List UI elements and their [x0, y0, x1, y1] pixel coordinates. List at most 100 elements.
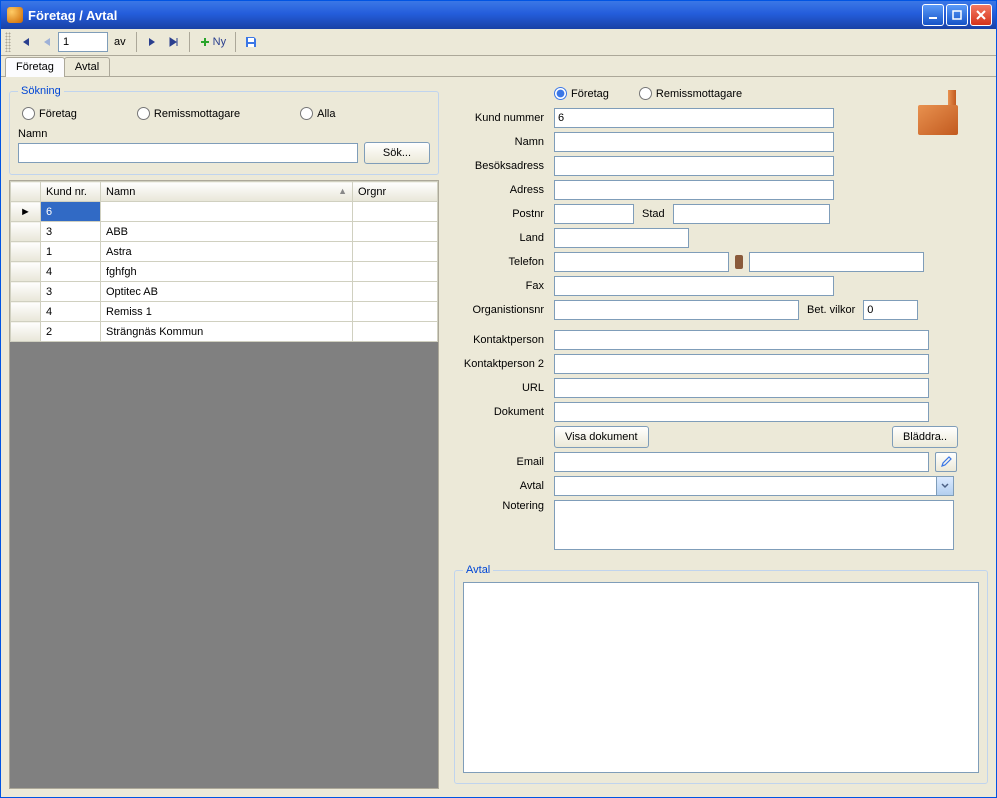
chevron-down-icon[interactable]: [936, 476, 954, 496]
cell-kundnr[interactable]: 6: [41, 202, 101, 222]
radio-form-recipient[interactable]: [639, 87, 652, 100]
cell-namn[interactable]: Strängnäs Kommun: [101, 322, 353, 342]
cell-namn[interactable]: Optitec AB: [101, 282, 353, 302]
input-land[interactable]: [554, 228, 689, 248]
input-postnr[interactable]: [554, 204, 634, 224]
input-dokument[interactable]: [554, 402, 929, 422]
form-opt-company[interactable]: Företag: [554, 87, 609, 100]
label-kundnummer: Kund nummer: [454, 112, 554, 124]
table-row[interactable]: ► 6: [11, 202, 438, 222]
table-row[interactable]: 4 Remiss 1: [11, 302, 438, 322]
input-email[interactable]: [554, 452, 929, 472]
window: Företag / Avtal av: [0, 0, 997, 798]
search-opt-recipient[interactable]: Remissmottagare: [137, 107, 240, 120]
cell-orgnr[interactable]: [353, 282, 438, 302]
label-kontakt1: Kontaktperson: [454, 334, 554, 346]
col-orgnr[interactable]: Orgnr: [353, 182, 438, 202]
search-opt-company[interactable]: Företag: [22, 107, 77, 120]
form-opt-recipient[interactable]: Remissmottagare: [639, 87, 742, 100]
cell-orgnr[interactable]: [353, 322, 438, 342]
label-stad: Stad: [634, 208, 673, 220]
label-besoksadress: Besöksadress: [454, 160, 554, 172]
input-stad[interactable]: [673, 204, 830, 224]
minimize-button[interactable]: [922, 4, 944, 26]
input-kontakt2[interactable]: [554, 354, 929, 374]
table-row[interactable]: 1 Astra: [11, 242, 438, 262]
factory-icon: [913, 85, 968, 140]
cell-namn[interactable]: ABB: [101, 222, 353, 242]
table-row[interactable]: 4 fghfgh: [11, 262, 438, 282]
search-button[interactable]: Sök...: [364, 142, 430, 164]
new-record-button[interactable]: Ny: [194, 31, 231, 53]
tab-company[interactable]: Företag: [5, 57, 65, 77]
input-fax[interactable]: [554, 276, 834, 296]
cell-orgnr[interactable]: [353, 202, 438, 222]
tab-strip: Företag Avtal: [1, 56, 996, 77]
edit-email-button[interactable]: [935, 452, 957, 472]
input-betvilkor[interactable]: [863, 300, 918, 320]
prev-record-button[interactable]: [36, 31, 58, 53]
label-postnr: Postnr: [454, 208, 554, 220]
cell-namn[interactable]: Astra: [101, 242, 353, 262]
cell-kundnr[interactable]: 1: [41, 242, 101, 262]
cell-orgnr[interactable]: [353, 262, 438, 282]
input-kontakt1[interactable]: [554, 330, 929, 350]
search-name-input[interactable]: [18, 143, 358, 163]
radio-recipient[interactable]: [137, 107, 150, 120]
cell-orgnr[interactable]: [353, 302, 438, 322]
cell-kundnr[interactable]: 4: [41, 262, 101, 282]
table-row[interactable]: 3 ABB: [11, 222, 438, 242]
titlebar: Företag / Avtal: [1, 1, 996, 29]
col-namn[interactable]: Namn▲: [101, 182, 353, 202]
content: Sökning Företag Remissmottagare Alla: [1, 77, 996, 797]
grid-container: Kund nr. Namn▲ Orgnr ► 6: [9, 180, 439, 789]
visa-dokument-button[interactable]: Visa dokument: [554, 426, 649, 448]
input-namn[interactable]: [554, 132, 834, 152]
input-kundnummer[interactable]: [554, 108, 834, 128]
search-fieldset: Sökning Företag Remissmottagare Alla: [9, 85, 439, 175]
left-panel: Sökning Företag Remissmottagare Alla: [9, 85, 439, 789]
datagrid[interactable]: Kund nr. Namn▲ Orgnr ► 6: [10, 181, 438, 342]
row-indicator: ►: [11, 202, 41, 222]
maximize-icon: [952, 10, 962, 20]
cell-kundnr[interactable]: 3: [41, 282, 101, 302]
col-kundnr[interactable]: Kund nr.: [41, 182, 101, 202]
input-besoksadress[interactable]: [554, 156, 834, 176]
input-avtal[interactable]: [554, 476, 936, 496]
table-row[interactable]: 3 Optitec AB: [11, 282, 438, 302]
save-button[interactable]: [240, 31, 262, 53]
radio-company[interactable]: [22, 107, 35, 120]
last-record-button[interactable]: [163, 31, 185, 53]
bladdra-button[interactable]: Bläddra..: [892, 426, 958, 448]
label-notering: Notering: [454, 500, 554, 512]
radio-form-company[interactable]: [554, 87, 567, 100]
cell-kundnr[interactable]: 3: [41, 222, 101, 242]
avtal-combo[interactable]: [554, 476, 954, 496]
cell-kundnr[interactable]: 4: [41, 302, 101, 322]
search-legend: Sökning: [18, 85, 64, 97]
close-button[interactable]: [970, 4, 992, 26]
maximize-button[interactable]: [946, 4, 968, 26]
cell-orgnr[interactable]: [353, 222, 438, 242]
next-record-button[interactable]: [141, 31, 163, 53]
cell-namn[interactable]: [101, 202, 353, 222]
cell-namn[interactable]: Remiss 1: [101, 302, 353, 322]
radio-all[interactable]: [300, 107, 313, 120]
first-record-button[interactable]: [14, 31, 36, 53]
first-icon: [19, 36, 31, 48]
input-adress[interactable]: [554, 180, 834, 200]
input-notering[interactable]: [554, 500, 954, 550]
input-url[interactable]: [554, 378, 929, 398]
plus-icon: [199, 36, 211, 48]
label-url: URL: [454, 382, 554, 394]
search-opt-all[interactable]: Alla: [300, 107, 335, 120]
input-orgnr[interactable]: [554, 300, 799, 320]
table-row[interactable]: 2 Strängnäs Kommun: [11, 322, 438, 342]
input-mobil[interactable]: [749, 252, 924, 272]
cell-namn[interactable]: fghfgh: [101, 262, 353, 282]
tab-contract[interactable]: Avtal: [64, 57, 110, 76]
cell-orgnr[interactable]: [353, 242, 438, 262]
cell-kundnr[interactable]: 2: [41, 322, 101, 342]
page-number-input[interactable]: [58, 32, 108, 52]
input-telefon[interactable]: [554, 252, 729, 272]
